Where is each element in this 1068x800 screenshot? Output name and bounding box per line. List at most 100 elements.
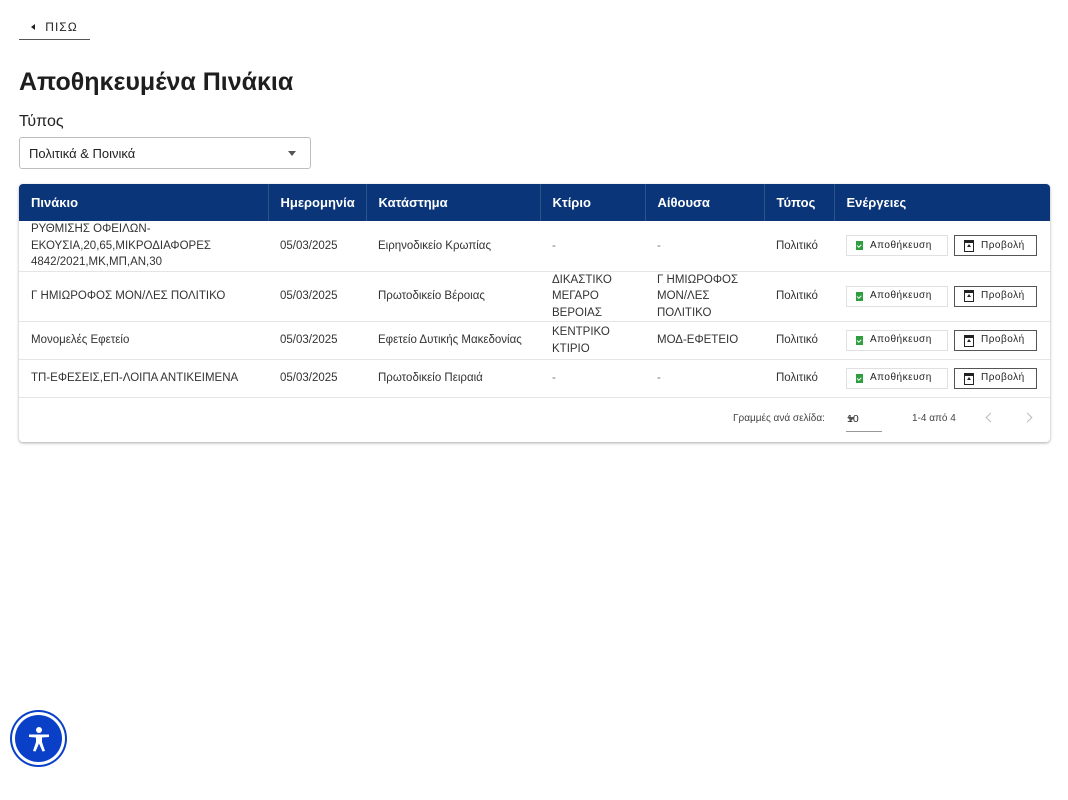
cell-actions: Αποθήκευση Προβολή (834, 359, 1050, 398)
dropdown-arrow-icon (288, 151, 296, 156)
cell-text: Γ ΗΜΙΩΡΟΦΟΣ (657, 273, 739, 286)
next-page-icon[interactable] (1021, 410, 1037, 426)
cell-store: Πρωτοδικείο Πειραιά (366, 359, 540, 398)
back-button-label: ΠΙΣΩ (45, 19, 78, 34)
save-button-label: Αποθήκευση (870, 372, 932, 384)
cell-type: Πολιτικό (764, 321, 834, 360)
column-header-actions: Ενέργειες (846, 195, 907, 210)
previous-page-icon[interactable] (982, 410, 998, 426)
open-in-view-icon (964, 372, 974, 385)
cell-building: - (540, 221, 645, 272)
save-button-label: Αποθήκευση (870, 239, 932, 251)
table-row: Μονομελές Εφετείο 05/03/2025 Εφετείο Δυτ… (19, 321, 1050, 360)
view-button-label: Προβολή (981, 290, 1025, 301)
column-header-pinakio[interactable]: Πινάκιο (19, 184, 269, 221)
view-button-label: Προβολή (981, 372, 1025, 384)
cell-room: - (645, 221, 764, 272)
save-button[interactable]: Αποθήκευση (846, 368, 948, 389)
view-button-label: Προβολή (981, 239, 1025, 251)
cell-pinakio: ΤΠ-ΕΦΕΣΕΙΣ,ΕΠ-ΛΟΙΠΑ ΑΝΤΙΚΕΙΜΕΝΑ (19, 359, 268, 398)
save-button-label: Αποθήκευση (870, 334, 932, 346)
cell-date: 05/03/2025 (268, 271, 366, 322)
cell-text: ΚΤΙΡΙΟ (552, 342, 590, 355)
page-title: Αποθηκευμένα Πινάκια (19, 68, 294, 96)
type-filter-value: Πολιτικά & Ποινικά (29, 145, 136, 161)
save-button-label: Αποθήκευση (870, 290, 932, 301)
view-button[interactable]: Προβολή (954, 330, 1037, 351)
save-button[interactable]: Αποθήκευση (846, 285, 948, 307)
cell-text: ΕΚΟΥΣΙΑ,20,65,ΜΙΚΡΟΔΙΑΦΟΡΕΣ (31, 239, 211, 252)
open-in-view-icon (964, 290, 974, 303)
cell-text: ΜΟΝ/ΛΕΣ (657, 290, 710, 302)
cell-building: ΔΙΚΑΣΤΙΚΟ ΜΕΓΑΡΟ ΒΕΡΟΙΑΣ (540, 271, 645, 322)
table-row: ΤΠ-ΕΦΕΣΕΙΣ,ΕΠ-ΛΟΙΠΑ ΑΝΤΙΚΕΙΜΕΝΑ 05/03/20… (19, 359, 1050, 398)
cell-building: - (540, 359, 645, 398)
cell-text: ΜΕΓΑΡΟ (552, 290, 599, 302)
cell-date: 05/03/2025 (268, 221, 366, 272)
column-header-type[interactable]: Τύπος (764, 184, 835, 221)
view-button[interactable]: Προβολή (954, 285, 1037, 307)
type-filter-select[interactable]: Πολιτικά & Ποινικά (19, 137, 311, 169)
table-header-row: Πινάκιο Ημερομηνία Κατάστημα Κτίριο Αίθο… (19, 184, 1050, 221)
cell-room: Γ ΗΜΙΩΡΟΦΟΣ ΜΟΝ/ΛΕΣ ΠΟΛΙΤΙΚΟ (645, 271, 764, 322)
cell-room: ΜΟΔ-ΕΦΕΤΕΙΟ (645, 321, 764, 360)
open-in-view-icon (964, 239, 974, 252)
save-button[interactable]: Αποθήκευση (846, 235, 948, 257)
pagination-bar: Γραμμές ανά σελίδα: 10 1-4 από 4 (19, 396, 1050, 442)
cell-text: - (552, 239, 556, 252)
cell-date: 05/03/2025 (268, 359, 366, 398)
rows-per-page-label: Γραμμές ανά σελίδα: (733, 413, 825, 424)
cell-type: Πολιτικό (764, 359, 834, 398)
cell-text: Μονομελές Εφετείο (31, 334, 130, 347)
view-button-label: Προβολή (981, 334, 1025, 346)
cell-text: Γ ΗΜΙΩΡΟΦΟΣ ΜΟΝ/ΛΕΣ ΠΟΛΙΤΙΚΟ (31, 290, 226, 302)
column-header-date[interactable]: Ημερομηνία (268, 184, 367, 221)
cell-pinakio: ΡΥΘΜΙΣΗΣ ΟΦΕΙΛΩΝ- ΕΚΟΥΣΙΑ,20,65,ΜΙΚΡΟΔΙΑ… (19, 221, 268, 272)
cell-building: ΚΕΝΤΡΙΚΟ ΚΤΙΡΙΟ (540, 321, 645, 360)
cell-text: - (657, 372, 661, 385)
column-header-building[interactable]: Κτίριο (540, 184, 646, 221)
bookmark-check-icon (856, 241, 863, 251)
cell-pinakio: Γ ΗΜΙΩΡΟΦΟΣ ΜΟΝ/ΛΕΣ ΠΟΛΙΤΙΚΟ (19, 271, 268, 322)
cell-text: - (552, 372, 556, 385)
open-in-view-icon (964, 334, 974, 347)
cell-actions: Αποθήκευση Προβολή (834, 221, 1050, 272)
cell-text: ΤΠ-ΕΦΕΣΕΙΣ,ΕΠ-ΛΟΙΠΑ ΑΝΤΙΚΕΙΜΕΝΑ (31, 372, 239, 385)
cell-type: Πολιτικό (764, 221, 834, 272)
column-header-store[interactable]: Κατάστημα (366, 184, 541, 221)
view-button[interactable]: Προβολή (954, 235, 1037, 257)
bookmark-check-icon (856, 374, 863, 383)
cell-store: Εφετείο Δυτικής Μακεδονίας (366, 321, 540, 360)
view-button[interactable]: Προβολή (954, 368, 1037, 389)
chevron-left-icon (31, 23, 36, 30)
saved-boards-table: Πινάκιο Ημερομηνία Κατάστημα Κτίριο Αίθο… (19, 184, 1050, 442)
cell-text: ΜΟΔ-ΕΦΕΤΕΙΟ (657, 334, 739, 347)
rows-per-page-select[interactable]: 10 (846, 406, 882, 432)
cell-text: - (657, 239, 661, 252)
cell-text: ΔΙΚΑΣΤΙΚΟ (552, 273, 612, 286)
cell-text: ΠΟΛΙΤΙΚΟ (657, 306, 712, 319)
cell-text: 4842/2021,ΜΚ,ΜΠ,ΑΝ,30 (31, 256, 163, 268)
back-button[interactable]: ΠΙΣΩ (19, 14, 90, 40)
dropdown-arrow-icon (847, 417, 855, 421)
bookmark-check-icon (856, 291, 863, 301)
table-row: Γ ΗΜΙΩΡΟΦΟΣ ΜΟΝ/ΛΕΣ ΠΟΛΙΤΙΚΟ 05/03/2025 … (19, 271, 1050, 322)
column-header-room[interactable]: Αίθουσα (645, 184, 765, 221)
cell-actions: Αποθήκευση Προβολή (834, 271, 1050, 322)
pagination-range: 1-4 από 4 (912, 413, 956, 424)
cell-type: Πολιτικό (764, 271, 834, 322)
table-row: ΡΥΘΜΙΣΗΣ ΟΦΕΙΛΩΝ- ΕΚΟΥΣΙΑ,20,65,ΜΙΚΡΟΔΙΑ… (19, 221, 1050, 272)
cell-text: ΡΥΘΜΙΣΗΣ ΟΦΕΙΛΩΝ- (31, 223, 151, 235)
cell-text: ΒΕΡΟΙΑΣ (552, 306, 602, 319)
cell-store: Πρωτοδικείο Βέροιας (366, 271, 540, 322)
accessibility-button[interactable] (12, 712, 65, 765)
cell-date: 05/03/2025 (268, 321, 366, 360)
accessibility-icon (29, 727, 49, 752)
cell-store: Ειρηνοδικείο Κρωπίας (366, 221, 540, 272)
save-button[interactable]: Αποθήκευση (846, 330, 948, 351)
cell-actions: Αποθήκευση Προβολή (834, 321, 1050, 360)
bookmark-check-icon (856, 336, 863, 345)
cell-text: ΚΕΝΤΡΙΚΟ (552, 326, 610, 338)
cell-pinakio: Μονομελές Εφετείο (19, 321, 268, 360)
type-filter-label: Τύπος (19, 113, 64, 130)
